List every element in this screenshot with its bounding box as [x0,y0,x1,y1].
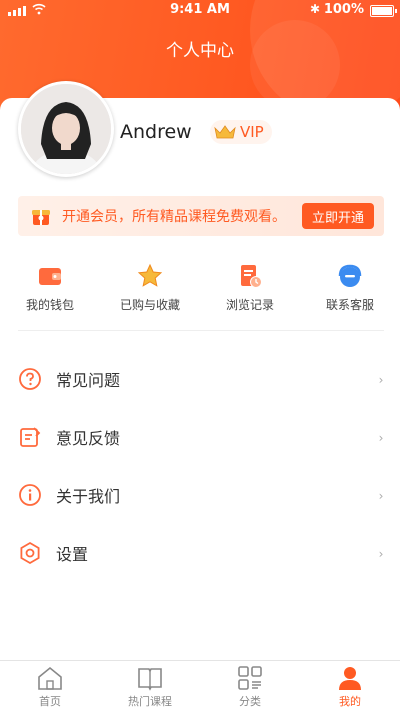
quick-action-favorites[interactable]: 已购与收藏 [100,262,200,322]
gift-icon [32,210,50,225]
quick-action-label: 浏览记录 [225,298,274,312]
info-icon [19,484,41,506]
history-icon [241,265,262,288]
quick-action-label: 已购与收藏 [119,298,180,312]
book-icon [138,667,162,691]
bluetooth-icon: ✱ [309,2,320,16]
wallet-icon [39,268,61,285]
home-icon [38,666,62,690]
vip-badge[interactable]: VIP [210,120,272,144]
username: Andrew [120,121,192,143]
activate-button[interactable]: 立即开通 [301,203,374,229]
divider [18,330,384,331]
tab-categories[interactable]: 分类 [200,661,300,712]
tab-label: 分类 [239,694,261,708]
menu-item-label: 意见反馈 [56,429,121,448]
avatar-image [21,84,111,174]
customer-service-icon [338,264,362,287]
question-icon [19,368,41,390]
quick-action-history[interactable]: 浏览记录 [200,262,300,322]
chevron-right-icon: › [378,373,384,387]
vip-label: VIP [240,123,264,141]
quick-action-label: 我的钱包 [25,298,74,312]
chevron-right-icon: › [378,547,384,561]
tab-bar: 首页 热门课程 分类 我的 [0,660,400,712]
crown-icon [214,125,236,139]
tab-profile[interactable]: 我的 [300,661,400,712]
header-decoration [250,20,340,110]
tab-label: 我的 [339,694,361,708]
page-title: 个人中心 [166,41,234,61]
user-icon [339,666,361,690]
tab-home[interactable]: 首页 [0,661,100,712]
menu-item-label: 关于我们 [56,487,121,506]
tab-label: 首页 [39,694,61,708]
menu-item-feedback[interactable]: 意见反馈 › [0,408,400,466]
battery-icon [370,5,397,17]
settings-menu: 常见问题 › 意见反馈 › 关于我们 › 设置 › [0,350,400,582]
menu-item-about[interactable]: 关于我们 › [0,466,400,524]
quick-action-wallet[interactable]: 我的钱包 [0,262,100,322]
chevron-right-icon: › [378,489,384,503]
tab-label: 热门课程 [128,694,172,708]
quick-action-support[interactable]: 联系客服 [300,262,400,322]
settings-icon [20,541,40,565]
menu-item-settings[interactable]: 设置 › [0,524,400,582]
star-icon [137,263,163,287]
menu-item-faq[interactable]: 常见问题 › [0,350,400,408]
avatar[interactable] [18,81,114,177]
feedback-icon [20,427,41,447]
quick-action-label: 联系客服 [325,298,374,312]
membership-banner[interactable]: 开通会员，所有精品课程免费观看。 立即开通 [18,196,384,236]
chevron-right-icon: › [378,431,384,445]
category-icon [238,665,262,690]
banner-text: 开通会员，所有精品课程免费观看。 [62,209,286,225]
quick-actions: 我的钱包 已购与收藏 浏览记录 联系客服 [0,262,400,322]
battery-percent: 100% [323,2,364,17]
menu-item-label: 常见问题 [56,371,121,390]
tab-hot-courses[interactable]: 热门课程 [100,661,200,712]
status-bar: 9:41 AM ✱ 100% [0,0,400,20]
menu-item-label: 设置 [56,545,89,564]
